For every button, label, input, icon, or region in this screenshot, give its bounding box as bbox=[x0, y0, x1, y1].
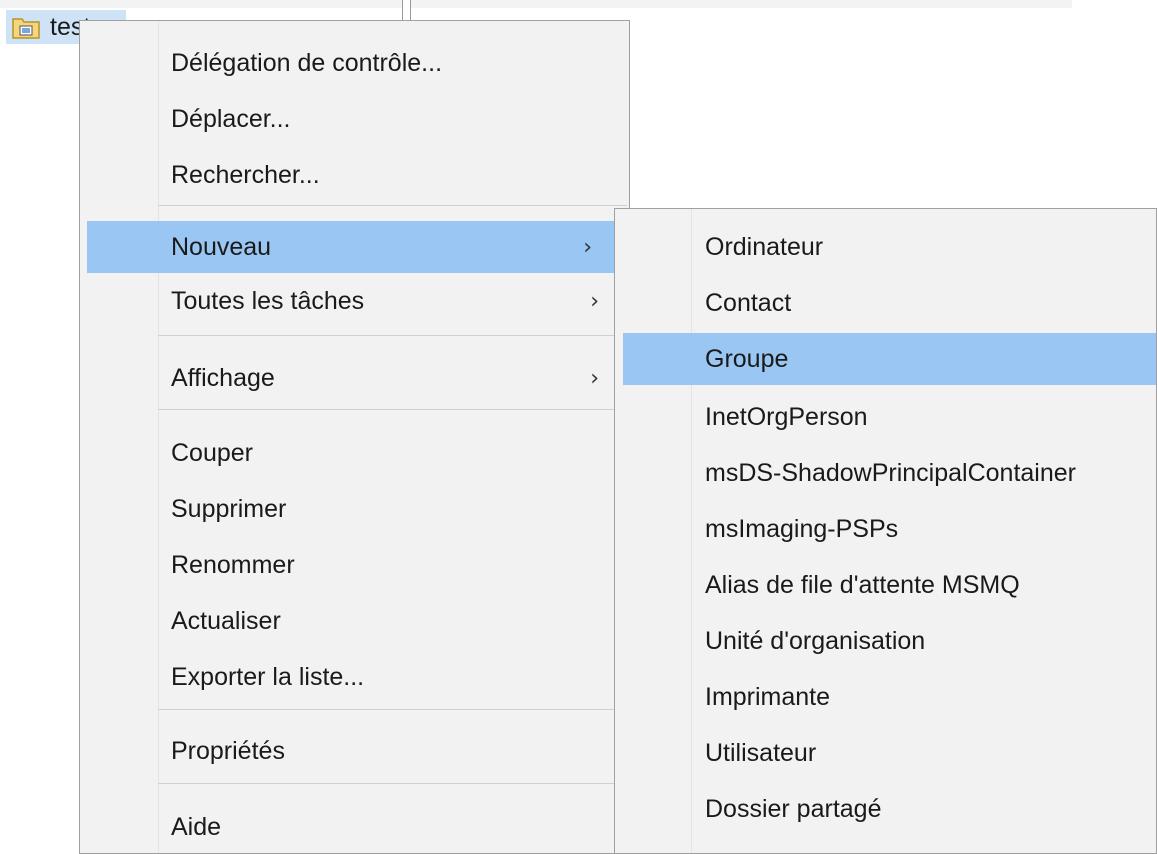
menu-item-exporter-la-liste[interactable]: Exporter la liste... bbox=[80, 655, 629, 699]
menu-item-label: Supprimer bbox=[171, 494, 287, 523]
menu-item-label: Contact bbox=[705, 288, 792, 317]
menu-item-actualiser[interactable]: Actualiser bbox=[80, 599, 629, 643]
submenu-item-groupe[interactable]: Groupe bbox=[623, 333, 1156, 385]
menu-item-label: Imprimante bbox=[705, 682, 831, 711]
submenu-item-inetorgperson[interactable]: InetOrgPerson bbox=[615, 395, 1156, 439]
menu-item-rechercher[interactable]: Rechercher... bbox=[80, 153, 629, 197]
menu-separator bbox=[158, 335, 627, 336]
submenu-item-contact[interactable]: Contact bbox=[615, 281, 1156, 325]
menu-item-label: Délégation de contrôle... bbox=[171, 48, 443, 77]
menu-item-label: msDS-ShadowPrincipalContainer bbox=[705, 458, 1076, 487]
pane-splitter[interactable] bbox=[402, 0, 411, 22]
menu-item-label: Couper bbox=[171, 438, 253, 467]
menu-item-toutes-les-taches[interactable]: Toutes les tâches › bbox=[80, 279, 629, 323]
menu-item-label: Utilisateur bbox=[705, 738, 817, 767]
submenu-item-msds-shadowprincipalcontainer[interactable]: msDS-ShadowPrincipalContainer bbox=[615, 451, 1156, 495]
menu-item-label: Unité d'organisation bbox=[705, 626, 926, 655]
submenu-item-dossier-partage[interactable]: Dossier partagé bbox=[615, 787, 1156, 831]
menu-item-label: Groupe bbox=[705, 344, 789, 373]
menu-item-delegation[interactable]: Délégation de contrôle... bbox=[80, 41, 629, 85]
submenu-item-alias-msmq[interactable]: Alias de file d'attente MSMQ bbox=[615, 563, 1156, 607]
menu-item-label: Renommer bbox=[171, 550, 295, 579]
submenu-nouveau: Ordinateur Contact Groupe InetOrgPerson … bbox=[614, 208, 1157, 854]
chevron-right-icon: › bbox=[583, 234, 592, 260]
chevron-right-icon: › bbox=[590, 288, 599, 314]
menu-item-aide[interactable]: Aide bbox=[80, 805, 629, 849]
menu-item-label: Rechercher... bbox=[171, 160, 320, 189]
menu-item-label: Alias de file d'attente MSMQ bbox=[705, 570, 1020, 599]
submenu-item-ordinateur[interactable]: Ordinateur bbox=[615, 225, 1156, 269]
menu-item-label: Déplacer... bbox=[171, 104, 291, 133]
menu-item-label: Propriétés bbox=[171, 736, 285, 765]
menu-item-affichage[interactable]: Affichage › bbox=[80, 355, 629, 401]
menu-separator bbox=[158, 709, 627, 710]
menu-item-label: Ordinateur bbox=[705, 232, 824, 261]
menu-item-couper[interactable]: Couper bbox=[80, 431, 629, 475]
menu-item-label: Affichage bbox=[171, 363, 275, 392]
menu-item-label: Toutes les tâches bbox=[171, 286, 365, 315]
menu-item-label: Actualiser bbox=[171, 606, 281, 635]
context-menu: Délégation de contrôle... Déplacer... Re… bbox=[79, 20, 630, 854]
menu-item-nouveau[interactable]: Nouveau › bbox=[87, 221, 622, 273]
submenu-item-utilisateur[interactable]: Utilisateur bbox=[615, 731, 1156, 775]
menu-item-supprimer[interactable]: Supprimer bbox=[80, 487, 629, 531]
menu-item-label: msImaging-PSPs bbox=[705, 514, 899, 543]
submenu-item-msimaging-psps[interactable]: msImaging-PSPs bbox=[615, 507, 1156, 551]
menu-item-label: Aide bbox=[171, 812, 222, 841]
menu-separator bbox=[158, 409, 627, 410]
menu-item-renommer[interactable]: Renommer bbox=[80, 543, 629, 587]
menu-separator bbox=[158, 783, 627, 784]
submenu-item-unite-organisation[interactable]: Unité d'organisation bbox=[615, 619, 1156, 663]
menu-item-label: InetOrgPerson bbox=[705, 402, 868, 431]
window-top-strip bbox=[0, 0, 1072, 8]
menu-item-label: Dossier partagé bbox=[705, 794, 882, 823]
menu-item-proprietes[interactable]: Propriétés bbox=[80, 729, 629, 773]
organizational-unit-folder-icon bbox=[12, 15, 40, 39]
menu-item-deplacer[interactable]: Déplacer... bbox=[80, 97, 629, 141]
submenu-item-imprimante[interactable]: Imprimante bbox=[615, 675, 1156, 719]
menu-item-label: Exporter la liste... bbox=[171, 662, 365, 691]
menu-item-label: Nouveau bbox=[171, 232, 272, 261]
chevron-right-icon: › bbox=[590, 365, 599, 391]
menu-separator bbox=[158, 205, 627, 206]
